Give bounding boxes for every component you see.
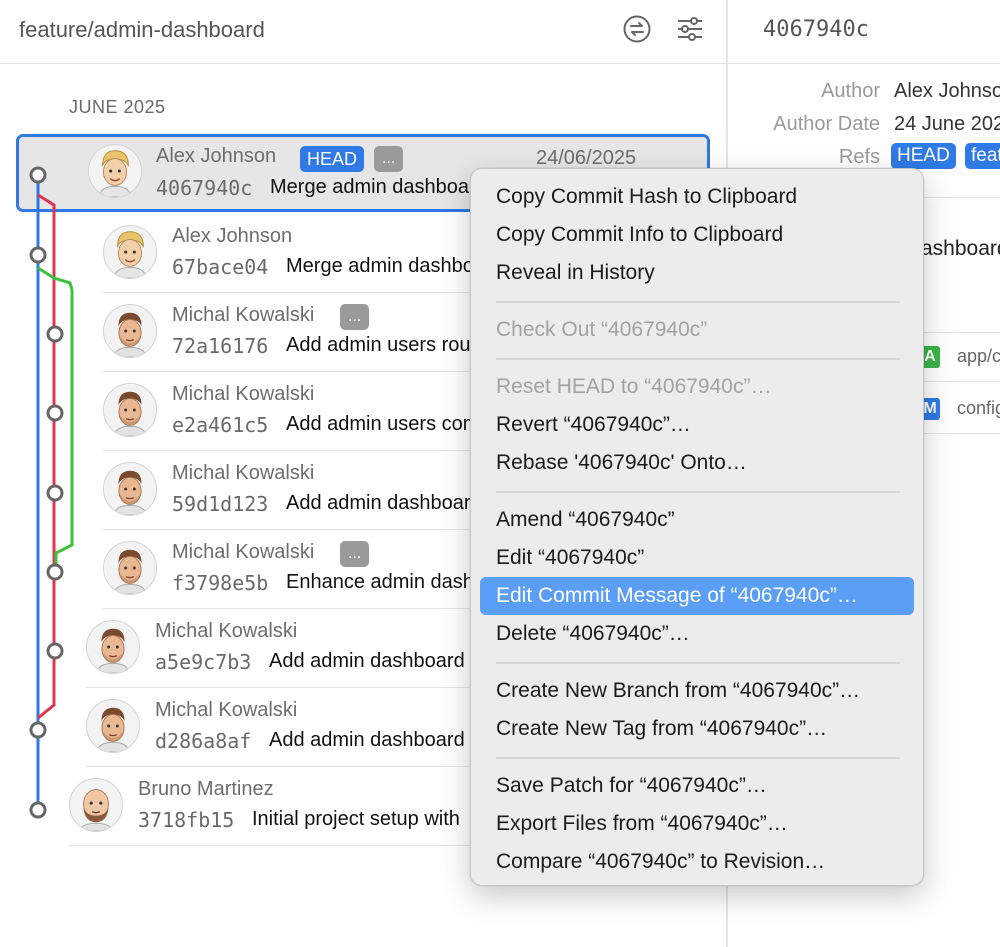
commit-message: Add admin dashboard bbox=[269, 650, 465, 672]
menu-separator bbox=[496, 358, 900, 360]
author-label: Author bbox=[821, 80, 880, 102]
menu-item[interactable]: Revert “4067940c”… bbox=[480, 406, 914, 444]
commit-hash: 59d1d123 bbox=[172, 492, 269, 516]
more-refs-badge[interactable]: ... bbox=[340, 304, 370, 330]
commit-author: Michal Kowalski bbox=[172, 383, 315, 405]
more-refs-badge[interactable]: ... bbox=[374, 146, 404, 172]
avatar bbox=[86, 699, 140, 753]
avatar bbox=[103, 462, 157, 516]
commit-message: Enhance admin dashboard bbox=[286, 571, 471, 593]
commit-message: Merge admin dashboard bbox=[270, 176, 480, 198]
menu-item[interactable]: Delete “4067940c”… bbox=[480, 615, 914, 653]
menu-item[interactable]: Amend “4067940c” bbox=[480, 501, 914, 539]
commit-message: Add admin users component bbox=[286, 413, 471, 435]
avatar bbox=[88, 144, 142, 198]
menu-separator bbox=[496, 757, 900, 759]
commit-hash: a5e9c7b3 bbox=[155, 650, 252, 674]
menu-item[interactable]: Rebase '4067940c' Onto… bbox=[480, 444, 914, 482]
commit-message-text: ashboard bbox=[921, 237, 1000, 260]
menu-item[interactable]: Copy Commit Info to Clipboard bbox=[480, 216, 914, 254]
ref-badge-head[interactable]: HEAD bbox=[891, 143, 956, 169]
commit-message: Add admin users route bbox=[286, 334, 471, 356]
commit-author: Bruno Martinez bbox=[138, 778, 274, 800]
menu-item[interactable]: Edit Commit Message of “4067940c”… bbox=[480, 577, 914, 615]
ref-badge-branch[interactable]: feature bbox=[965, 143, 1000, 169]
sliders-icon[interactable] bbox=[675, 14, 705, 44]
commit-message: Add admin dashboard bbox=[269, 729, 465, 751]
commit-author: Michal Kowalski bbox=[155, 699, 298, 721]
sync-icon[interactable] bbox=[622, 14, 652, 44]
avatar bbox=[103, 383, 157, 437]
menu-item[interactable]: Edit “4067940c” bbox=[480, 539, 914, 577]
commit-hash: e2a461c5 bbox=[172, 413, 269, 437]
commit-date: 24/06/2025 bbox=[536, 147, 637, 169]
commit-hash: 67bace04 bbox=[172, 255, 269, 279]
menu-separator bbox=[496, 491, 900, 493]
avatar bbox=[86, 620, 140, 674]
commit-hash: d286a8af bbox=[155, 729, 252, 753]
commit-hash: 72a16176 bbox=[172, 334, 269, 358]
avatar bbox=[103, 225, 157, 279]
branch-title: feature/admin-dashboard bbox=[19, 17, 265, 42]
month-section-label: JUNE 2025 bbox=[69, 97, 166, 117]
avatar bbox=[103, 304, 157, 358]
file-path[interactable]: config/routes bbox=[957, 398, 1000, 419]
commit-message: Add admin dashboard bbox=[286, 492, 471, 514]
avatar bbox=[69, 778, 123, 832]
menu-separator bbox=[496, 301, 900, 303]
menu-item[interactable]: Copy Commit Hash to Clipboard bbox=[480, 178, 914, 216]
commit-hash: f3798e5b bbox=[172, 571, 269, 595]
commit-context-menu: Copy Commit Hash to Clipboard Copy Commit… bbox=[470, 168, 924, 886]
commit-author: Alex Johnson bbox=[172, 225, 293, 247]
commit-author: Michal Kowalski bbox=[155, 620, 298, 642]
history-header: feature/admin-dashboard bbox=[0, 0, 726, 64]
menu-item[interactable]: Export Files from “4067940c”… bbox=[480, 805, 914, 843]
more-refs-badge[interactable]: ... bbox=[340, 541, 370, 567]
commit-hash: 4067940c bbox=[156, 176, 253, 200]
author-value: Alex Johnson bbox=[894, 80, 1000, 102]
commit-author: Michal Kowalski bbox=[172, 462, 315, 484]
commit-author: Michal Kowalski bbox=[172, 541, 315, 563]
head-badge: HEAD bbox=[300, 146, 365, 172]
menu-item[interactable]: Reveal in History bbox=[480, 254, 914, 292]
menu-item[interactable]: Compare “4067940c” to Revision… bbox=[480, 843, 914, 881]
commit-message: Initial project setup with bbox=[252, 808, 460, 830]
commit-message: Merge admin dashboard bbox=[286, 255, 471, 277]
menu-item[interactable]: Create New Tag from “4067940c”… bbox=[480, 710, 914, 748]
refs-label: Refs bbox=[838, 146, 880, 168]
menu-item[interactable]: Save Patch for “4067940c”… bbox=[480, 767, 914, 805]
commit-hash: 3718fb15 bbox=[138, 808, 235, 832]
commit-author: Alex Johnson bbox=[156, 145, 277, 167]
file-path[interactable]: app/components bbox=[957, 346, 1000, 367]
author-date-value: 24 June 2025 bbox=[894, 113, 1000, 135]
detail-commit-hash: 4067940c bbox=[763, 17, 869, 42]
header-divider bbox=[728, 63, 1000, 64]
commit-author: Michal Kowalski bbox=[172, 304, 315, 326]
author-date-label: Author Date bbox=[773, 113, 880, 135]
menu-item[interactable]: Check Out “4067940c” bbox=[480, 311, 914, 349]
avatar bbox=[103, 541, 157, 595]
menu-item[interactable]: Create New Branch from “4067940c”… bbox=[480, 672, 914, 710]
menu-separator bbox=[496, 662, 900, 664]
menu-item[interactable]: Reset HEAD to “4067940c”… bbox=[480, 368, 914, 406]
